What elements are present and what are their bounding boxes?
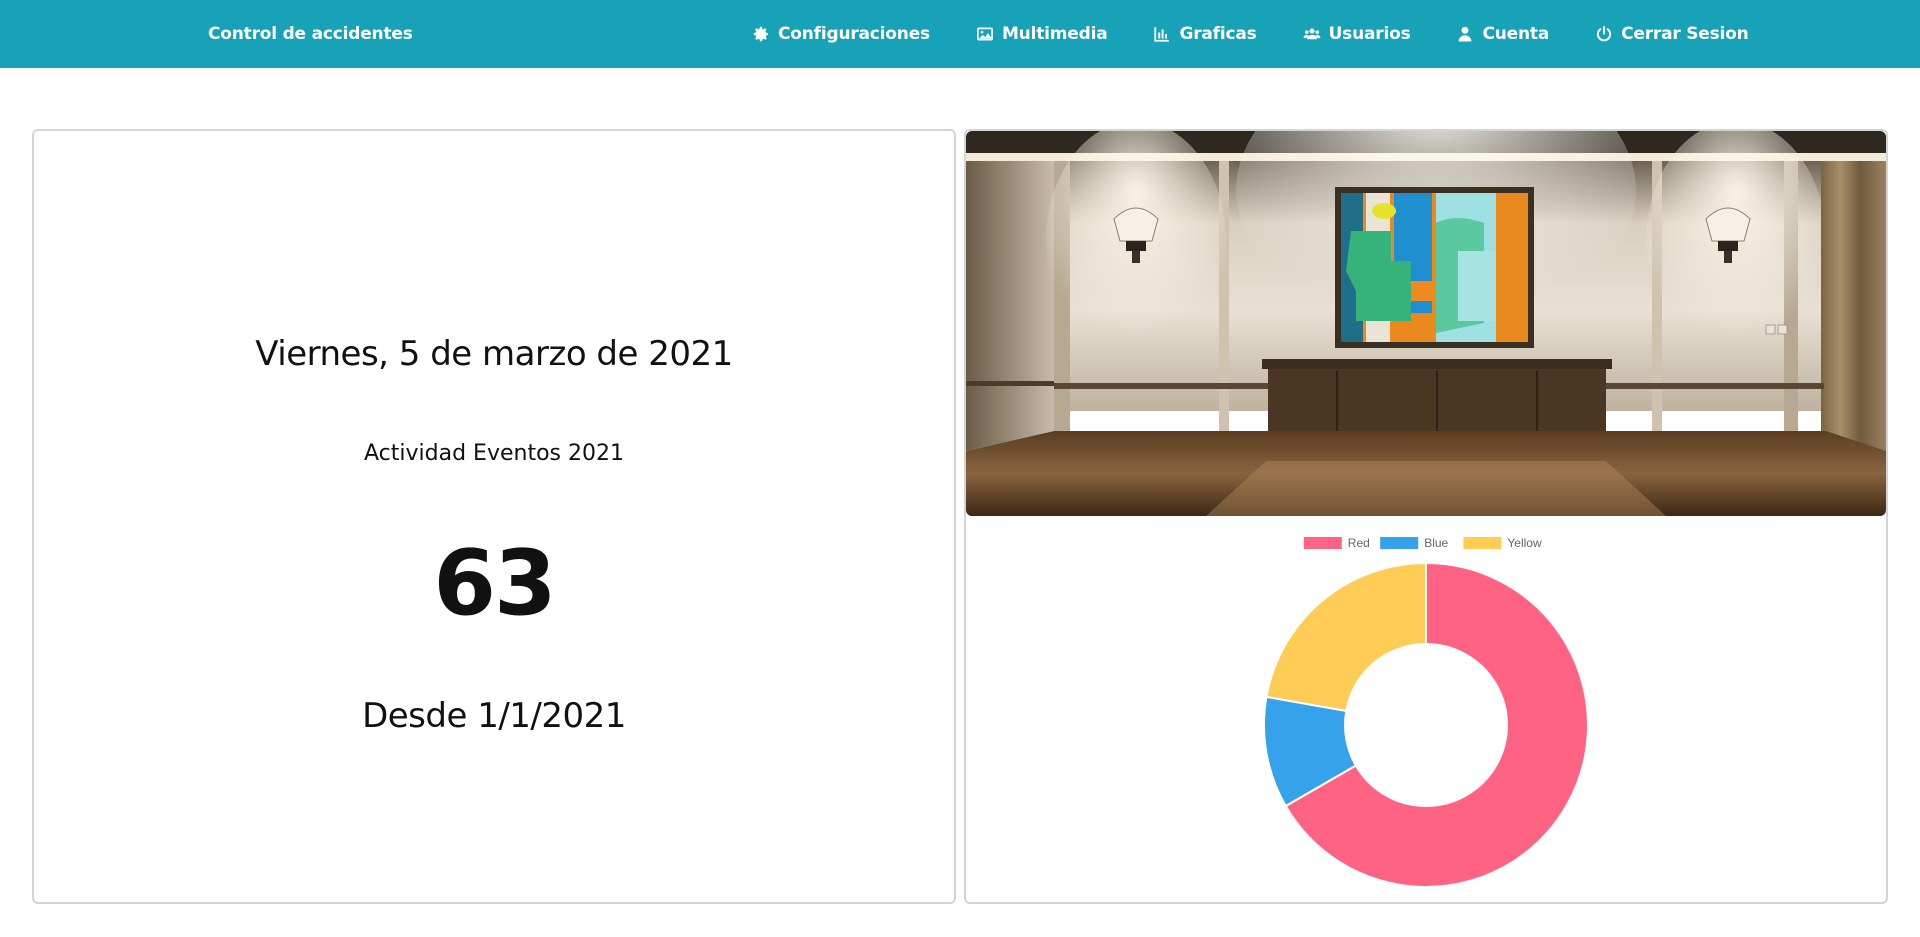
- nav-item-multimedia[interactable]: Multimedia: [976, 24, 1108, 44]
- nav-item-configuraciones[interactable]: Configuraciones: [752, 24, 930, 44]
- doughnut-chart: Red Blue Yellow: [966, 526, 1886, 902]
- current-date: Viernes, 5 de marzo de 2021: [255, 334, 733, 374]
- nav-item-label: Cerrar Sesion: [1621, 24, 1749, 44]
- user-icon: [1456, 25, 1474, 43]
- event-count: 63: [433, 531, 556, 636]
- nav-item-label: Usuarios: [1328, 24, 1411, 44]
- gear-icon: [752, 25, 770, 43]
- summary-card: Viernes, 5 de marzo de 2021 Actividad Ev…: [32, 129, 956, 904]
- nav-item-graficas[interactable]: Graficas: [1153, 24, 1257, 44]
- image-icon: [976, 25, 994, 43]
- nav-item-label: Configuraciones: [778, 24, 930, 44]
- media-chart-card: Red Blue Yellow: [964, 129, 1888, 904]
- legend-swatch-blue[interactable]: [1380, 537, 1419, 549]
- legend-swatch-yellow[interactable]: [1463, 537, 1502, 549]
- nav-item-usuarios[interactable]: Usuarios: [1303, 24, 1411, 44]
- power-icon: [1595, 25, 1613, 43]
- nav-item-cuenta[interactable]: Cuenta: [1456, 24, 1549, 44]
- since-date: Desde 1/1/2021: [362, 696, 626, 736]
- brand-link[interactable]: Control de accidentes: [208, 24, 413, 44]
- doughnut-slice-yellow[interactable]: [1265, 561, 1427, 713]
- top-navbar: Control de accidentes Configuraciones Mu…: [0, 0, 1920, 68]
- lobby-photo: [966, 131, 1886, 516]
- users-icon: [1303, 25, 1321, 43]
- nav-links: Configuraciones Multimedia Graficas Usua…: [752, 0, 1749, 68]
- nav-item-label: Graficas: [1179, 24, 1257, 44]
- nav-item-cerrar-sesion[interactable]: Cerrar Sesion: [1595, 24, 1749, 44]
- legend-swatch-red[interactable]: [1303, 537, 1342, 549]
- legend-label-red[interactable]: Red: [1348, 536, 1370, 550]
- legend-label-blue[interactable]: Blue: [1424, 536, 1448, 550]
- nav-item-label: Multimedia: [1001, 24, 1108, 44]
- bar-chart-icon: [1153, 25, 1171, 43]
- legend-label-yellow[interactable]: Yellow: [1507, 536, 1542, 550]
- nav-item-label: Cuenta: [1482, 24, 1550, 44]
- activity-label: Actividad Eventos 2021: [364, 441, 624, 466]
